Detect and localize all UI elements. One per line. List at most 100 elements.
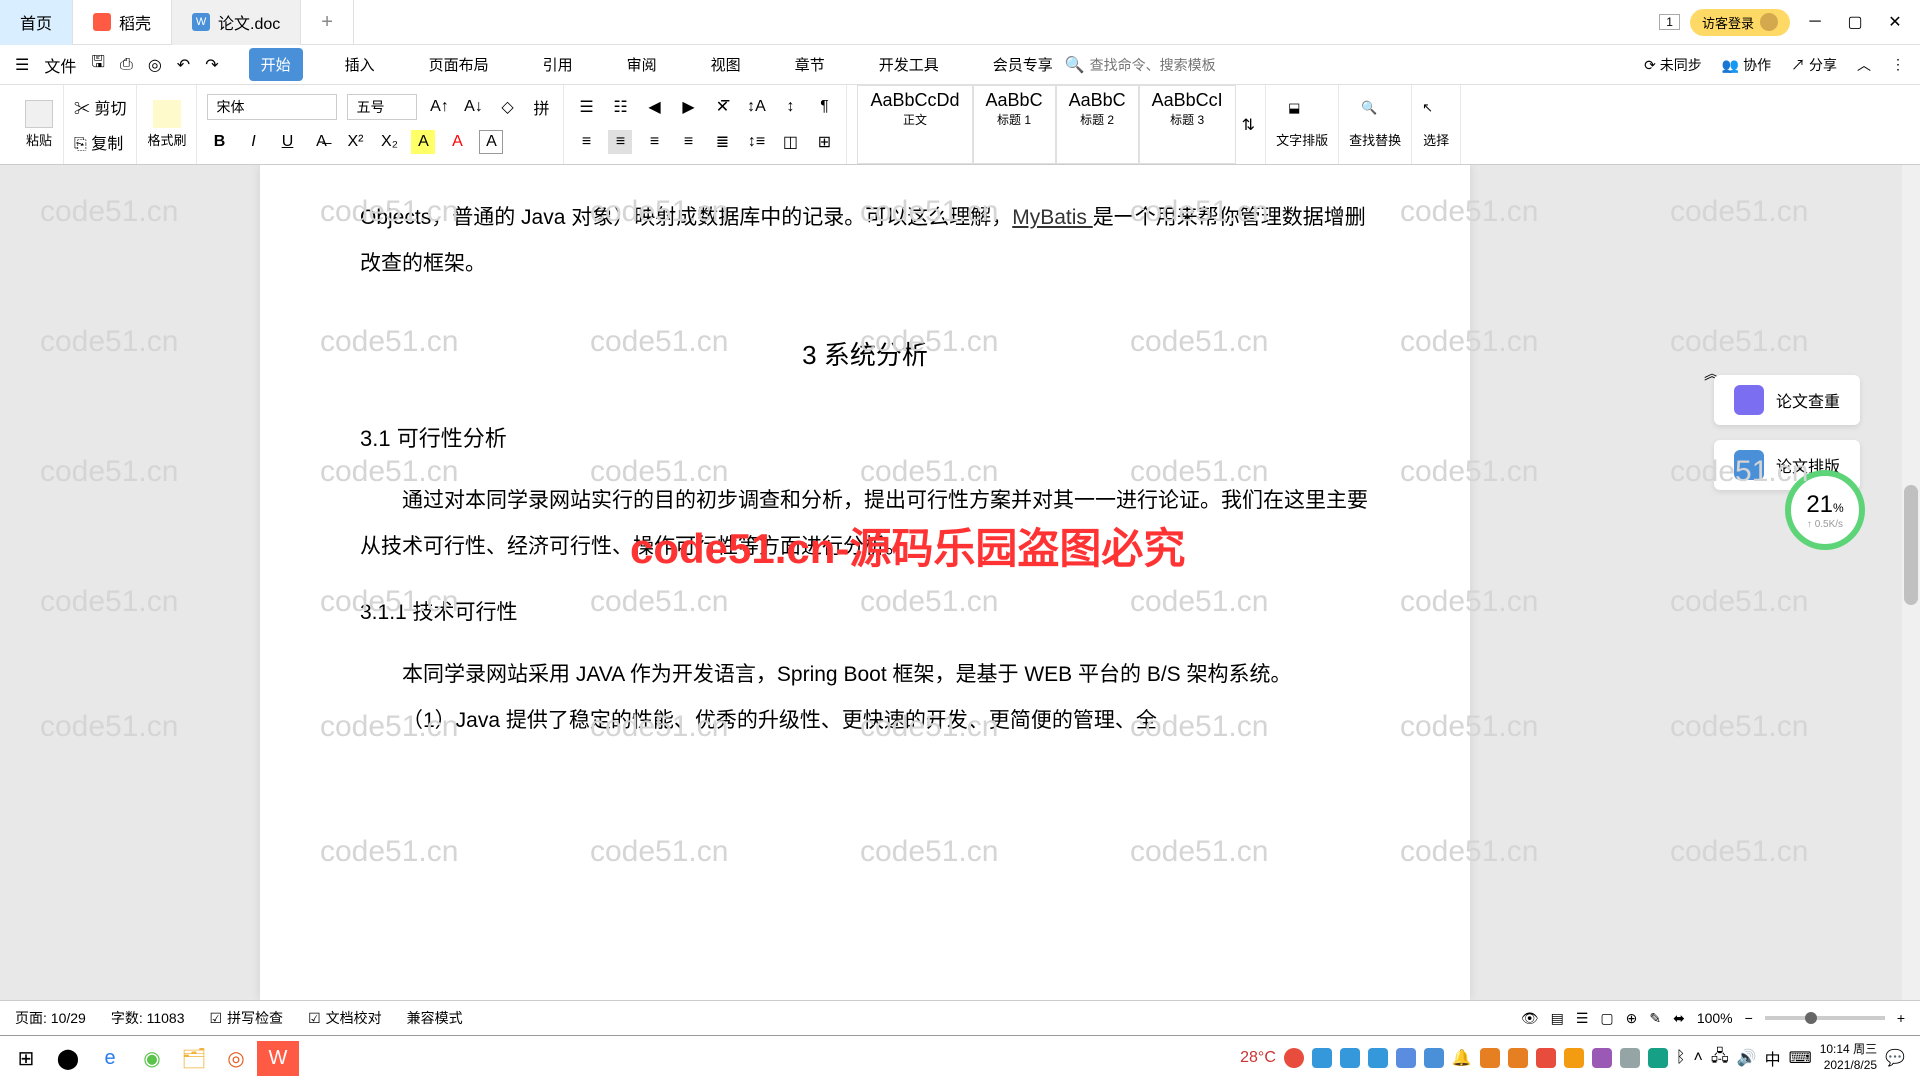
redo-icon[interactable]: ↷: [205, 55, 218, 75]
task-app-2[interactable]: ◎: [215, 1041, 257, 1076]
tray-icon-7[interactable]: [1480, 1048, 1500, 1068]
underline-button[interactable]: U: [275, 130, 299, 154]
zoom-out-button[interactable]: −: [1745, 1010, 1753, 1026]
show-marks-button[interactable]: ¶: [812, 95, 836, 119]
cut-button[interactable]: ✂ 剪切: [74, 95, 126, 119]
tab-home[interactable]: 首页: [0, 0, 73, 45]
align-left-button[interactable]: ≡: [574, 130, 598, 154]
speed-gauge[interactable]: 21% ↑ 0.5K/s: [1785, 470, 1865, 550]
login-button[interactable]: 访客登录: [1690, 9, 1790, 36]
document-content[interactable]: Objects，普通的 Java 对象）映射成数据库中的记录。可以这么理解，My…: [360, 195, 1370, 744]
sort-button[interactable]: ↕: [778, 95, 802, 119]
clear-format-icon[interactable]: ◇: [495, 95, 519, 119]
phonetic-icon[interactable]: 拼: [529, 95, 553, 119]
font-name-select[interactable]: 宋体: [207, 94, 337, 120]
share-button[interactable]: ↗ 分享: [1791, 55, 1837, 75]
tray-icon-5[interactable]: [1396, 1048, 1416, 1068]
tray-icon-10[interactable]: [1564, 1048, 1584, 1068]
menu-devtools[interactable]: 开发工具: [867, 48, 951, 81]
web-view-icon[interactable]: ⊕: [1626, 1010, 1638, 1027]
spellcheck-toggle[interactable]: ☑ 拼写检查: [210, 1008, 284, 1028]
word-count[interactable]: 字数: 11083: [111, 1008, 185, 1028]
find-replace-button[interactable]: 🔍 查找替换: [1349, 100, 1401, 149]
doc-link-mybatis[interactable]: MyBatis: [1012, 206, 1093, 229]
menu-vip[interactable]: 会员专享: [981, 48, 1065, 81]
styles-more-icon[interactable]: ⇅: [1242, 115, 1255, 135]
zoom-slider[interactable]: [1765, 1016, 1885, 1020]
menu-more-icon[interactable]: ⋮: [1891, 56, 1905, 73]
number-list-button[interactable]: ☷: [608, 95, 632, 119]
select-button[interactable]: ↖ 选择: [1422, 100, 1450, 149]
tray-icon-9[interactable]: [1536, 1048, 1556, 1068]
bluetooth-icon[interactable]: ᛒ: [1676, 1049, 1686, 1067]
increase-indent-button[interactable]: ▶: [676, 95, 700, 119]
print-icon[interactable]: ⎙: [120, 56, 133, 74]
index-badge[interactable]: 1: [1659, 14, 1680, 30]
align-center-button[interactable]: ≡: [608, 130, 632, 154]
menu-review[interactable]: 审阅: [615, 48, 669, 81]
search-input[interactable]: [1090, 57, 1240, 73]
tray-icon-8[interactable]: [1508, 1048, 1528, 1068]
start-button[interactable]: ⊞: [5, 1041, 47, 1076]
file-menu[interactable]: 文件: [44, 53, 76, 77]
vertical-scrollbar[interactable]: [1902, 165, 1920, 1000]
align-distribute-button[interactable]: ≣: [710, 130, 734, 154]
ie-icon[interactable]: e: [89, 1041, 131, 1076]
font-color-button[interactable]: A: [445, 130, 469, 154]
fit-width-icon[interactable]: ⬌: [1673, 1010, 1685, 1027]
wps-icon[interactable]: W: [257, 1041, 299, 1076]
undo-icon[interactable]: ↶: [177, 55, 190, 75]
docproof-toggle[interactable]: ☑ 文档校对: [308, 1008, 382, 1028]
text-direction-button[interactable]: ↕A: [744, 95, 768, 119]
eye-icon[interactable]: 👁: [1521, 1010, 1539, 1027]
menu-start[interactable]: 开始: [249, 48, 303, 81]
align-right-button[interactable]: ≡: [642, 130, 666, 154]
subscript-button[interactable]: X₂: [377, 130, 401, 154]
style-body[interactable]: AaBbCcDd 正文: [857, 85, 972, 164]
preview-icon[interactable]: ◎: [148, 55, 162, 75]
zoom-in-button[interactable]: +: [1897, 1010, 1905, 1026]
tray-expand-icon[interactable]: ˄: [1693, 1049, 1702, 1067]
tray-icon-13[interactable]: [1648, 1048, 1668, 1068]
browser-icon[interactable]: ◉: [131, 1041, 173, 1076]
text-layout-button[interactable]: ⬓ 文字排版: [1276, 100, 1328, 149]
ime-indicator[interactable]: 中: [1765, 1046, 1781, 1070]
text-effects-button[interactable]: ✕̅: [710, 95, 734, 119]
char-border-button[interactable]: A: [479, 130, 503, 154]
tray-icon-11[interactable]: [1592, 1048, 1612, 1068]
menu-reference[interactable]: 引用: [531, 48, 585, 81]
minimize-button[interactable]: ─: [1800, 10, 1830, 35]
annotate-icon[interactable]: ✎: [1649, 1010, 1661, 1027]
decrease-indent-button[interactable]: ◀: [642, 95, 666, 119]
tray-icon-2[interactable]: [1312, 1048, 1332, 1068]
menu-layout[interactable]: 页面布局: [417, 48, 501, 81]
decrease-font-icon[interactable]: A↓: [461, 95, 485, 119]
task-app-1[interactable]: ⬤: [47, 1041, 89, 1076]
command-search[interactable]: 🔍: [1065, 55, 1240, 75]
style-heading1[interactable]: AaBbC 标题 1: [973, 85, 1056, 164]
zoom-level[interactable]: 100%: [1697, 1010, 1733, 1026]
menu-view[interactable]: 视图: [699, 48, 753, 81]
tray-icon-4[interactable]: [1368, 1048, 1388, 1068]
weather-temp[interactable]: 28°C: [1240, 1049, 1276, 1067]
save-icon[interactable]: 🖫: [91, 51, 105, 78]
tray-icon-6[interactable]: [1424, 1048, 1444, 1068]
tray-icon-3[interactable]: [1340, 1048, 1360, 1068]
align-justify-button[interactable]: ≡: [676, 130, 700, 154]
paste-button[interactable]: 粘贴: [25, 100, 53, 149]
notification-icon[interactable]: 🔔: [1452, 1048, 1472, 1068]
maximize-button[interactable]: ▢: [1840, 10, 1870, 35]
scrollbar-thumb[interactable]: [1904, 485, 1918, 605]
strikethrough-button[interactable]: A̶: [309, 130, 333, 154]
style-heading2[interactable]: AaBbC 标题 2: [1056, 85, 1139, 164]
font-size-select[interactable]: 五号: [347, 94, 417, 120]
style-heading3[interactable]: AaBbCcI 标题 3: [1139, 85, 1236, 164]
tray-icon-1[interactable]: [1284, 1048, 1304, 1068]
italic-button[interactable]: I: [241, 130, 265, 154]
superscript-button[interactable]: X²: [343, 130, 367, 154]
page-view-icon[interactable]: ▤: [1551, 1010, 1564, 1027]
tab-document[interactable]: W 论文.doc: [172, 0, 301, 45]
increase-font-icon[interactable]: A↑: [427, 95, 451, 119]
sync-status[interactable]: ⟳ 未同步: [1644, 55, 1702, 75]
action-center-icon[interactable]: 💬: [1885, 1048, 1905, 1068]
